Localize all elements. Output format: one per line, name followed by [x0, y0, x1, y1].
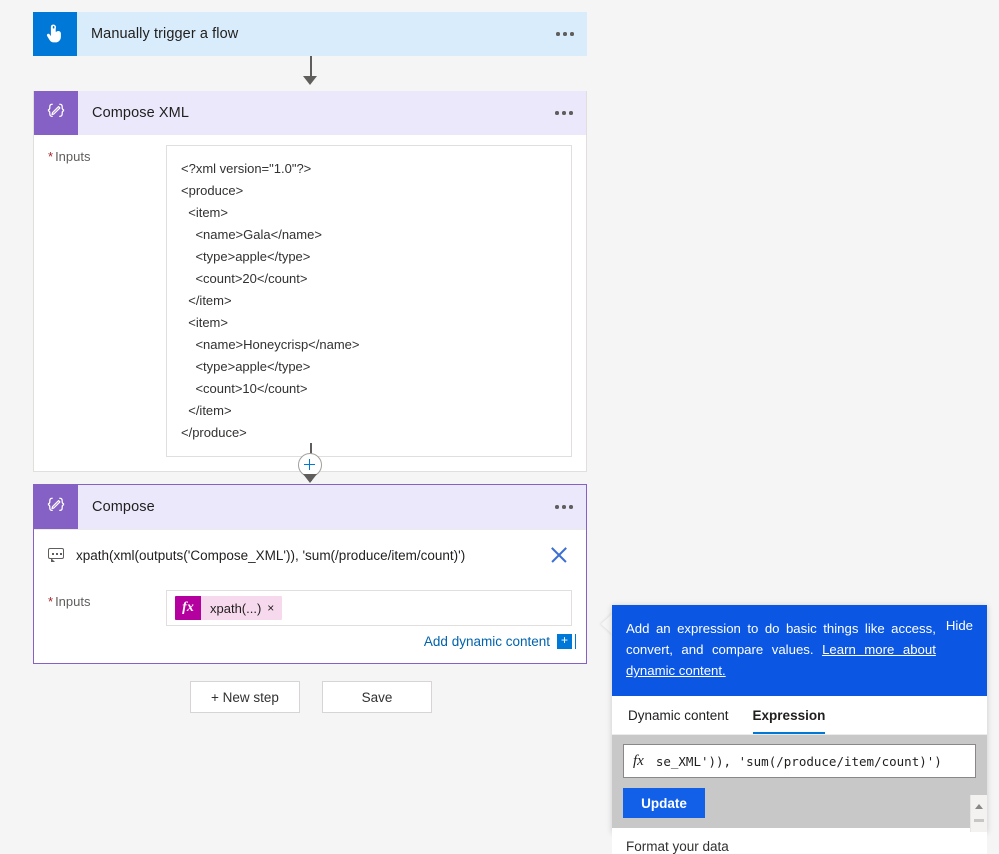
- expression-input[interactable]: fx se_XML')), 'sum(/produce/item/count)'…: [623, 744, 976, 778]
- menu-dot: [569, 111, 573, 115]
- expression-panel: Add an expression to do basic things lik…: [612, 605, 987, 854]
- add-dynamic-content-link[interactable]: Add dynamic content: [424, 634, 550, 649]
- format-your-data-label[interactable]: Format your data: [626, 839, 729, 854]
- hide-banner-link[interactable]: Hide: [946, 618, 973, 633]
- connector-arrow: [303, 76, 317, 85]
- xml-line: </produce>: [181, 425, 247, 440]
- menu-dot: [570, 32, 574, 36]
- compose-xml-card-header[interactable]: Compose XML: [34, 91, 586, 135]
- update-button[interactable]: Update: [623, 788, 705, 818]
- xml-line: <item>: [181, 315, 228, 330]
- scrollbar-thumb[interactable]: [974, 819, 984, 822]
- speech-bubble-dots: [52, 553, 62, 555]
- xml-line: <?xml version="1.0"?>: [181, 161, 312, 176]
- fx-icon: fx: [633, 752, 644, 769]
- connector-arrow: [303, 474, 317, 483]
- xml-line: <count>10</count>: [181, 381, 308, 396]
- tap-hand-icon: [33, 12, 77, 56]
- compose-xml-title: Compose XML: [92, 105, 189, 121]
- menu-dot: [556, 32, 560, 36]
- compose-title: Compose: [92, 499, 155, 515]
- xml-line: <name>Gala</name>: [181, 227, 322, 242]
- compose-inputs-row: * Inputs fx xpath(...) ×: [34, 580, 586, 626]
- add-dynamic-content-plus-icon[interactable]: +: [557, 634, 576, 649]
- menu-dot: [562, 111, 566, 115]
- panel-info-banner: Add an expression to do basic things lik…: [612, 605, 987, 696]
- expression-token-label: xpath(...): [210, 600, 262, 616]
- required-marker: *: [48, 594, 54, 609]
- expression-editor-zone: fx se_XML')), 'sum(/produce/item/count)'…: [612, 735, 987, 788]
- speech-bubble-icon: [48, 548, 66, 562]
- menu-dot: [555, 505, 559, 509]
- compose-xml-card[interactable]: Compose XML * Inputs <?xml version="1.0"?…: [33, 91, 587, 472]
- flow-action-bar: + New step Save: [190, 681, 432, 713]
- xml-line: </item>: [181, 293, 232, 308]
- tab-dynamic-content[interactable]: Dynamic content: [628, 708, 729, 734]
- menu-dot: [563, 32, 567, 36]
- xml-line: <type>apple</type>: [181, 249, 311, 264]
- compose-xml-inputs-row: * Inputs <?xml version="1.0"?> <produce> <…: [34, 135, 586, 457]
- expression-preview-text: xpath(xml(outputs('Compose_XML')), 'sum(…: [76, 547, 466, 563]
- expression-preview-row: xpath(xml(outputs('Compose_XML')), 'sum(…: [34, 529, 586, 580]
- trigger-card-header[interactable]: Manually trigger a flow: [33, 12, 587, 56]
- panel-update-row: Update: [612, 788, 987, 828]
- compose-xml-inputs-field[interactable]: <?xml version="1.0"?> <produce> <item> <n…: [166, 145, 572, 457]
- xml-line: <type>apple</type>: [181, 359, 311, 374]
- xml-line: <item>: [181, 205, 228, 220]
- close-icon[interactable]: [546, 542, 572, 568]
- flow-canvas: Manually trigger a flow Compose XML * In…: [0, 0, 620, 832]
- scroll-up-arrow-icon[interactable]: [975, 804, 983, 809]
- compose-xml-menu-button[interactable]: [542, 91, 586, 135]
- inputs-label-text: Inputs: [55, 594, 91, 609]
- tab-expression[interactable]: Expression: [752, 708, 826, 734]
- compose-xml-inputs-label: * Inputs: [48, 145, 166, 164]
- xml-line: <name>Honeycrisp</name>: [181, 337, 360, 352]
- required-marker: *: [48, 149, 54, 164]
- speech-bubble-shape: [48, 548, 64, 562]
- compose-xml-body: * Inputs <?xml version="1.0"?> <produce> <…: [34, 135, 586, 471]
- expression-token[interactable]: fx xpath(...) ×: [175, 596, 283, 620]
- dot: [56, 553, 58, 555]
- inputs-label-text: Inputs: [55, 149, 91, 164]
- add-dynamic-content-row: Add dynamic content +: [34, 626, 586, 649]
- menu-dot: [555, 111, 559, 115]
- trigger-menu-button[interactable]: [543, 12, 587, 56]
- compose-menu-button[interactable]: [542, 485, 586, 529]
- compose-card-header[interactable]: Compose: [34, 485, 586, 529]
- remove-token-icon[interactable]: ×: [267, 601, 282, 615]
- trigger-title: Manually trigger a flow: [91, 26, 239, 42]
- compose-braces-pencil-icon: [34, 91, 78, 135]
- compose-braces-pencil-icon: [34, 485, 78, 529]
- panel-banner-text: Add an expression to do basic things lik…: [626, 618, 946, 681]
- dot: [60, 553, 62, 555]
- compose-body: * Inputs fx xpath(...) × Add dynamic cont…: [34, 580, 586, 663]
- fx-icon: fx: [175, 596, 201, 620]
- xml-line: <produce>: [181, 183, 244, 198]
- dot: [52, 553, 54, 555]
- xml-line: </item>: [181, 403, 232, 418]
- xml-line: <count>20</count>: [181, 271, 308, 286]
- panel-tabs: Dynamic content Expression: [612, 696, 987, 735]
- menu-dot: [569, 505, 573, 509]
- save-button[interactable]: Save: [322, 681, 432, 713]
- new-step-button[interactable]: + New step: [190, 681, 300, 713]
- expression-input-value: se_XML')), 'sum(/produce/item/count)'): [655, 753, 942, 769]
- connector-line: [310, 56, 312, 78]
- trigger-card[interactable]: Manually trigger a flow: [33, 12, 587, 56]
- compose-inputs-field[interactable]: fx xpath(...) ×: [166, 590, 572, 626]
- compose-inputs-label: * Inputs: [48, 590, 166, 609]
- menu-dot: [562, 505, 566, 509]
- panel-scrollbar[interactable]: [970, 795, 987, 832]
- compose-card[interactable]: Compose xpath(xml(outputs('Compose_XML')…: [33, 484, 587, 664]
